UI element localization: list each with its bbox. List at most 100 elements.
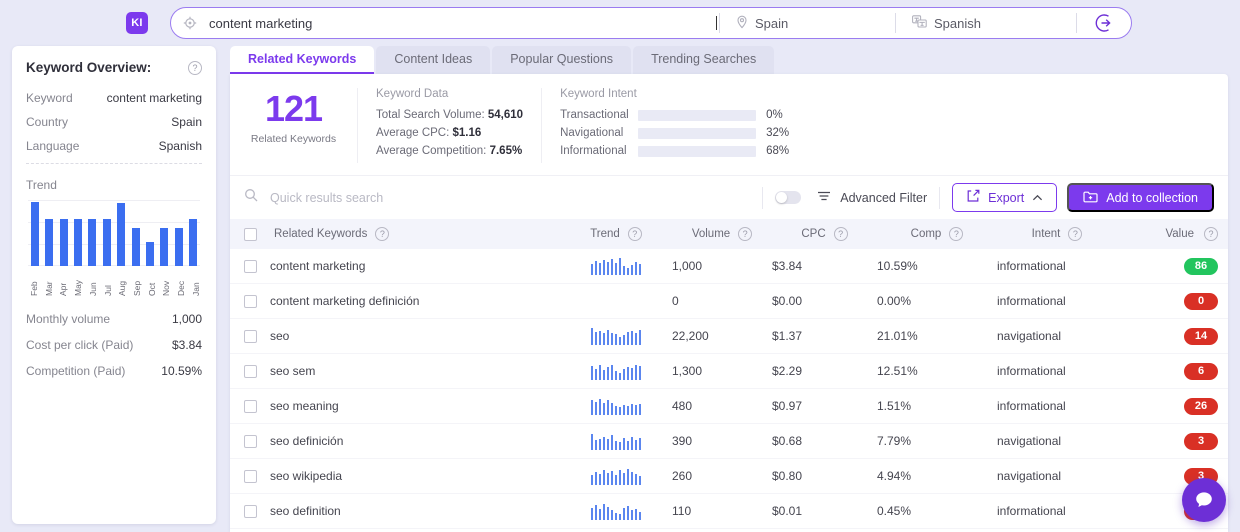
page-body: Keyword Overview: ? Keyword content mark… bbox=[0, 46, 1240, 532]
intent-bar-track bbox=[638, 109, 757, 121]
results-toolbar: Advanced Filter Export bbox=[230, 175, 1228, 219]
question-mark-icon[interactable]: ? bbox=[1204, 227, 1218, 241]
tab-popular-questions[interactable]: Popular Questions bbox=[492, 46, 632, 74]
question-mark-icon[interactable]: ? bbox=[738, 227, 753, 241]
column-label: Volume bbox=[691, 228, 731, 240]
column-header-cpc[interactable]: CPC ? bbox=[772, 227, 877, 241]
cell-keyword[interactable]: seo sem bbox=[270, 364, 560, 378]
column-header-intent[interactable]: Intent ? bbox=[997, 227, 1117, 241]
trend-axis-label: Oct bbox=[146, 282, 157, 296]
search-submit-button[interactable] bbox=[1077, 13, 1131, 33]
column-header-comp[interactable]: Comp ? bbox=[877, 227, 997, 241]
trend-bar bbox=[131, 227, 140, 266]
cell-keyword[interactable]: seo bbox=[270, 329, 560, 343]
cell-cpc: $0.01 bbox=[772, 504, 803, 518]
tab-bar: Related Keywords Content Ideas Popular Que… bbox=[230, 46, 1228, 74]
cell-keyword[interactable]: seo definition bbox=[270, 504, 560, 518]
sparkline bbox=[590, 258, 642, 275]
add-to-collection-button[interactable]: Add to collection bbox=[1067, 183, 1214, 212]
country-selector[interactable]: Spain bbox=[720, 8, 895, 38]
kd-value: 54,610 bbox=[487, 109, 524, 121]
row-checkbox[interactable] bbox=[230, 469, 270, 483]
value-badge: 26 bbox=[1184, 397, 1218, 415]
cell-cpc: $0.68 bbox=[772, 434, 803, 448]
intent-percent: 0% bbox=[766, 109, 783, 121]
column-label: Related Keywords bbox=[274, 228, 368, 240]
question-mark-icon[interactable]: ? bbox=[627, 227, 642, 241]
cell-cpc: $2.29 bbox=[772, 364, 803, 378]
row-checkbox[interactable] bbox=[230, 504, 270, 518]
keyword-intent-heading: Keyword Intent bbox=[560, 88, 637, 100]
quick-search-input[interactable] bbox=[270, 190, 690, 205]
question-mark-icon[interactable]: ? bbox=[833, 227, 848, 241]
table-row[interactable]: seo 22,200 $1.37 21.01% navigational 14 bbox=[230, 319, 1228, 354]
cell-comp: 4.94% bbox=[877, 469, 912, 483]
app-logo[interactable]: KI bbox=[126, 12, 148, 34]
table-row[interactable]: seo definition 110 $0.01 0.45% informational… bbox=[230, 494, 1228, 529]
tab-trending-searches[interactable]: Trending Searches bbox=[633, 46, 775, 74]
trend-bars bbox=[28, 200, 200, 266]
table-row[interactable]: seo wikipedia 260 $0.80 4.94% navigational 3 bbox=[230, 459, 1228, 494]
question-mark-icon[interactable]: ? bbox=[188, 60, 202, 75]
question-mark-icon[interactable]: ? bbox=[1068, 227, 1083, 241]
overview-label: Language bbox=[26, 139, 80, 153]
row-checkbox[interactable] bbox=[230, 399, 270, 413]
search-input[interactable] bbox=[209, 15, 716, 31]
row-checkbox[interactable] bbox=[230, 434, 270, 448]
tab-related-keywords[interactable]: Related Keywords bbox=[230, 46, 375, 74]
table-row[interactable]: seo sem 1,300 $2.29 12.51% informational 6 bbox=[230, 354, 1228, 389]
results-content: 121 Related Keywords Keyword Data Total … bbox=[230, 74, 1228, 532]
sparkline bbox=[590, 398, 642, 415]
trend-bar bbox=[74, 219, 83, 266]
add-to-collection-label: Add to collection bbox=[1106, 190, 1198, 205]
table-row[interactable]: seo meaning 480 $0.97 1.51% informational 26 bbox=[230, 389, 1228, 424]
cell-keyword[interactable]: content marketing bbox=[270, 259, 560, 273]
question-mark-icon[interactable]: ? bbox=[949, 227, 964, 241]
row-checkbox[interactable] bbox=[230, 294, 270, 308]
select-all-checkbox[interactable] bbox=[230, 227, 270, 241]
kd-value: $1.16 bbox=[452, 127, 482, 139]
table-row[interactable]: content marketing definición 0 $0.00 0.00% i… bbox=[230, 284, 1228, 319]
location-pin-icon bbox=[736, 15, 748, 32]
filter-toggle[interactable] bbox=[775, 191, 802, 204]
trend-axis-label: Apr bbox=[58, 282, 69, 296]
sparkline bbox=[590, 433, 642, 450]
question-mark-icon[interactable]: ? bbox=[375, 227, 390, 241]
sparkline bbox=[590, 363, 642, 380]
cell-comp: 10.59% bbox=[877, 259, 918, 273]
cell-volume: 1,000 bbox=[672, 259, 703, 273]
row-checkbox[interactable] bbox=[230, 259, 270, 273]
column-header-volume[interactable]: Volume ? bbox=[672, 227, 772, 241]
intent-row: Informational 68% bbox=[560, 145, 789, 157]
column-header-value[interactable]: Value ? bbox=[1117, 227, 1228, 241]
divider bbox=[939, 186, 941, 209]
kd-label: Average Competition: bbox=[376, 145, 487, 157]
table-row[interactable]: seo definición 390 $0.68 7.79% navigational 3 bbox=[230, 424, 1228, 459]
keyword-intent-block: Keyword Intent Transactional 0% Navigation… bbox=[542, 88, 807, 163]
language-selector[interactable]: Spanish bbox=[896, 8, 1076, 38]
column-header-trend[interactable]: Trend ? bbox=[560, 227, 672, 241]
cell-comp: 0.45% bbox=[877, 504, 912, 518]
column-header-keyword[interactable]: Related Keywords ? bbox=[270, 227, 560, 241]
overview-row-keyword: Keyword content marketing bbox=[26, 91, 202, 105]
table-header: Related Keywords ? Trend ? Volume ? CPC … bbox=[230, 219, 1228, 249]
row-checkbox[interactable] bbox=[230, 329, 270, 343]
trend-axis-label: Dec bbox=[176, 280, 187, 296]
cell-keyword[interactable]: seo meaning bbox=[270, 399, 560, 413]
cell-keyword[interactable]: content marketing definición bbox=[270, 294, 560, 308]
cell-keyword[interactable]: seo definición bbox=[270, 434, 560, 448]
cell-keyword[interactable]: seo wikipedia bbox=[270, 469, 560, 483]
tab-content-ideas[interactable]: Content Ideas bbox=[376, 46, 491, 74]
chat-bubble-icon[interactable] bbox=[1182, 478, 1226, 522]
export-button[interactable]: Export bbox=[952, 183, 1058, 212]
cell-intent: informational bbox=[997, 259, 1066, 273]
table-row[interactable]: content marketing 1,000 $3.84 10.59% informa… bbox=[230, 249, 1228, 284]
sparkline bbox=[590, 328, 642, 345]
stat-cost-per-click: Cost per click (Paid) $3.84 bbox=[26, 338, 202, 352]
language-value: Spanish bbox=[934, 15, 981, 31]
stat-monthly-volume: Monthly volume 1,000 bbox=[26, 312, 202, 326]
cell-trend bbox=[560, 328, 672, 345]
intent-bar-track bbox=[638, 127, 757, 139]
advanced-filter-button[interactable]: Advanced Filter bbox=[817, 190, 927, 205]
row-checkbox[interactable] bbox=[230, 364, 270, 378]
